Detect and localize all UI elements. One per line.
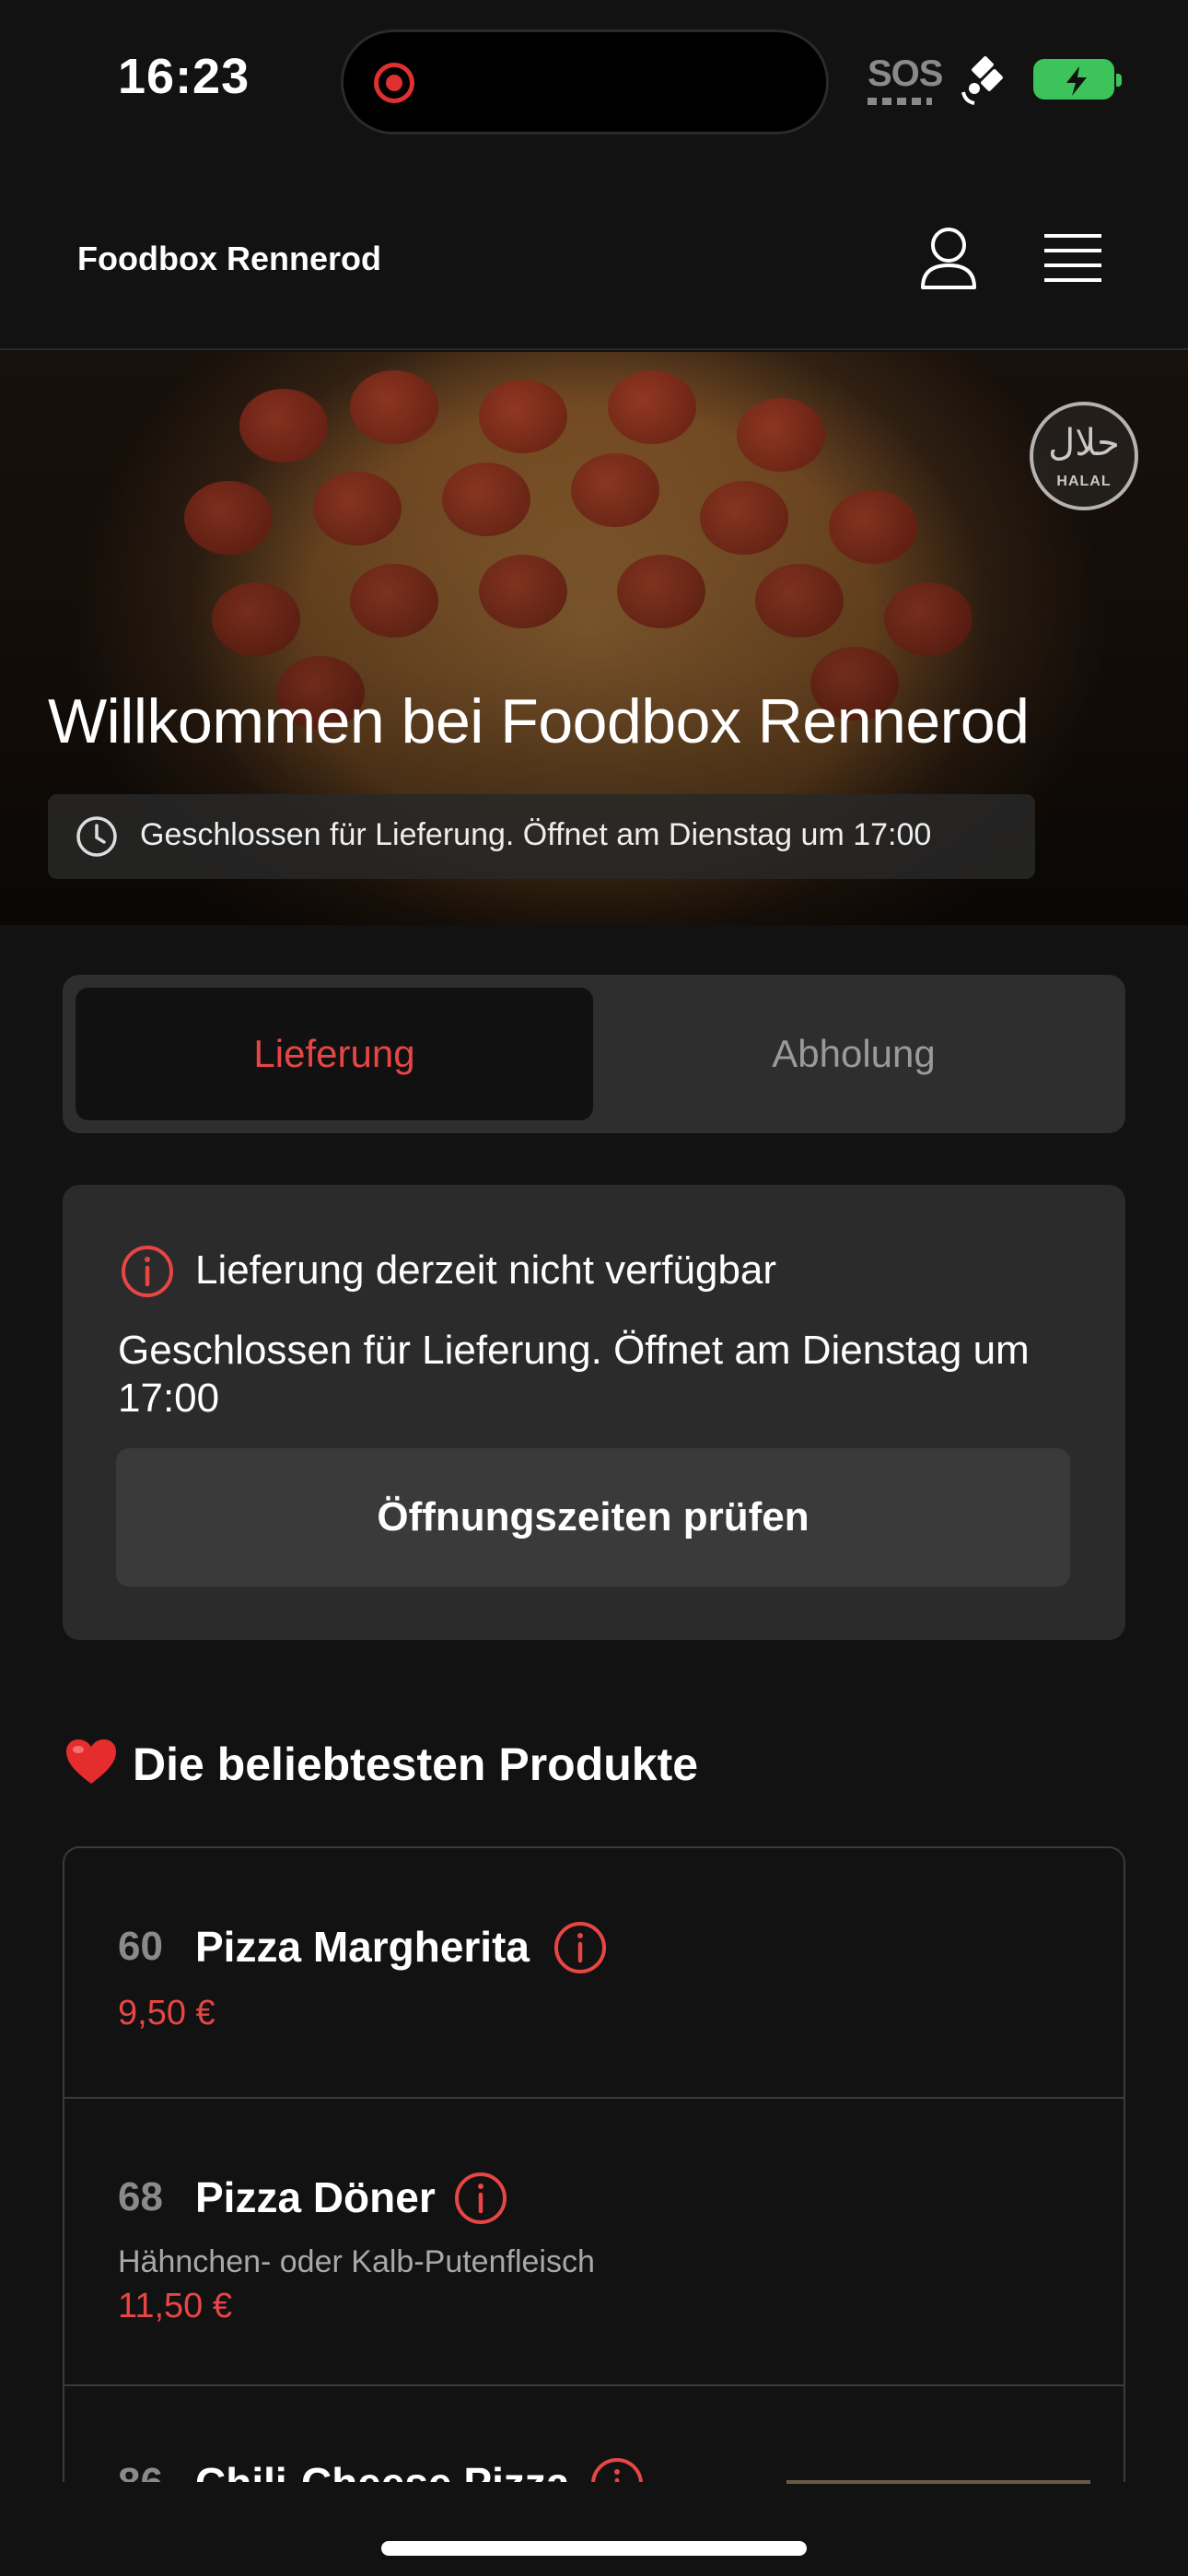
product-item[interactable]: 60 Pizza Margherita 9,50 €	[64, 1848, 1124, 2099]
user-icon[interactable]	[917, 225, 980, 291]
product-name: Pizza Margherita	[195, 1923, 530, 1971]
opening-status: Geschlossen für Lieferung. Öffnet am Die…	[48, 794, 1035, 879]
clock-icon	[76, 816, 117, 857]
app-header: Foodbox Rennerod	[0, 166, 1188, 350]
info-icon[interactable]	[589, 2456, 645, 2482]
info-icon[interactable]	[453, 2171, 508, 2226]
product-description: Hähnchen- oder Kalb-Putenfleisch	[118, 2244, 595, 2279]
bottom-safe-area	[0, 2482, 1188, 2576]
signal-dots-icon	[868, 98, 932, 105]
info-icon[interactable]	[553, 1920, 608, 1975]
tab-pickup[interactable]: Abholung	[595, 988, 1112, 1120]
popular-heading-text: Die beliebtesten Produkte	[133, 1739, 699, 1790]
product-item[interactable]: 86 Chili-Cheese Pizza	[64, 2386, 1124, 2482]
product-price: 11,50 €	[118, 2287, 232, 2325]
brand-name[interactable]: Foodbox Rennerod	[77, 240, 381, 278]
product-list: 60 Pizza Margherita 9,50 € 68 Pizza Döne…	[63, 1846, 1125, 2482]
satellite-icon	[961, 56, 1003, 105]
status-bar: 16:23 SOS	[0, 0, 1188, 166]
heart-icon	[66, 1739, 116, 1784]
popular-products-heading: Die beliebtesten Produkte	[64, 1738, 698, 1791]
sos-indicator: SOS	[868, 53, 943, 94]
delivery-unavailable-notice: Lieferung derzeit nicht verfügbar Geschl…	[63, 1185, 1125, 1640]
product-number: 86	[118, 2460, 163, 2482]
battery-charging-icon	[1033, 59, 1122, 100]
opening-status-text: Geschlossen für Lieferung. Öffnet am Die…	[140, 817, 932, 852]
info-icon	[122, 1246, 173, 1297]
hero-title: Willkommen bei Foodbox Rennerod	[48, 686, 1030, 756]
check-hours-button[interactable]: Öffnungszeiten prüfen	[116, 1448, 1070, 1587]
notice-title: Lieferung derzeit nicht verfügbar	[195, 1247, 777, 1293]
product-price: 9,50 €	[118, 1994, 215, 2032]
product-name: Pizza Döner	[195, 2173, 436, 2221]
status-time: 16:23	[118, 49, 250, 104]
product-number: 68	[118, 2174, 163, 2219]
product-thumbnail	[786, 2480, 1090, 2484]
product-name: Chili-Cheese Pizza	[195, 2458, 569, 2482]
dynamic-island	[341, 29, 829, 135]
menu-icon[interactable]	[1042, 232, 1103, 286]
notice-body: Geschlossen für Lieferung. Öffnet am Die…	[118, 1328, 1030, 1421]
halal-badge: حلال HALAL	[1030, 402, 1138, 510]
home-indicator[interactable]	[381, 2541, 807, 2556]
hero-banner: حلال HALAL Willkommen bei Foodbox Renner…	[0, 352, 1188, 925]
order-mode-tabs: Lieferung Abholung	[63, 975, 1125, 1133]
tab-delivery[interactable]: Lieferung	[76, 988, 593, 1120]
record-indicator-icon	[374, 63, 414, 103]
product-item[interactable]: 68 Pizza Döner Hähnchen- oder Kalb-Puten…	[64, 2099, 1124, 2386]
product-number: 60	[118, 1924, 163, 1969]
